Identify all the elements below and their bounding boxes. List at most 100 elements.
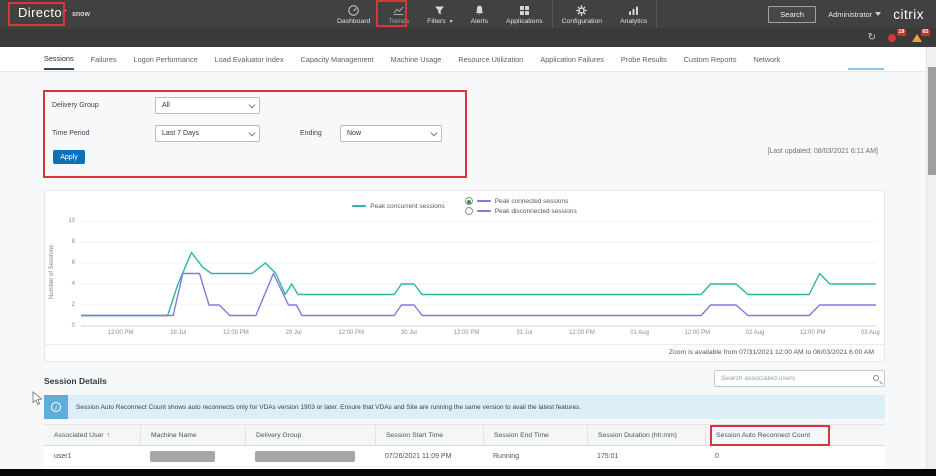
scrollbar-thumb[interactable] xyxy=(928,67,936,175)
director-logo[interactable]: Director xyxy=(18,5,67,20)
chevron-down-icon xyxy=(248,102,254,108)
cell-session-duration: 175:01 xyxy=(587,446,705,466)
tab-resource-utilization[interactable]: Resource Utilization xyxy=(458,49,523,69)
y-axis-label: Number of Sessions xyxy=(49,237,55,307)
y-tick-label: 4 xyxy=(59,281,75,287)
cell-machine-name xyxy=(140,446,245,466)
x-tick-label: 12:00 PM xyxy=(800,330,826,336)
legend-item[interactable]: Peak disconnected sessions xyxy=(465,207,577,215)
critical-dot-icon xyxy=(888,34,896,42)
nav-item-trends[interactable]: Trends xyxy=(379,0,418,28)
cell-session-start-time: 07/26/2021 11:09 PM xyxy=(375,446,483,466)
nav-item-dashboard[interactable]: Dashboard xyxy=(328,0,379,28)
ending-dropdown[interactable]: Now xyxy=(340,125,442,142)
filter-icon xyxy=(433,4,446,17)
column-header-session-start-time[interactable]: Session Start Time xyxy=(375,425,483,445)
sort-ascending-icon: ↑ xyxy=(107,432,111,439)
bell-icon xyxy=(473,4,486,17)
column-header-session-end-time[interactable]: Session End Time xyxy=(483,425,587,445)
delivery-group-dropdown[interactable]: All xyxy=(155,97,260,114)
nav-item-alerts[interactable]: Alerts xyxy=(462,0,497,28)
x-tick-label: 03 Aug xyxy=(861,330,880,336)
legend-radio-unselected[interactable] xyxy=(465,207,473,215)
ending-value: Now xyxy=(347,130,361,137)
sessions-line-chart[interactable] xyxy=(81,221,876,328)
nav-item-filters[interactable]: Filters ▾ xyxy=(418,0,461,28)
time-period-label: Time Period xyxy=(52,130,89,137)
citrix-logo: citrix xyxy=(893,7,924,22)
tab-load-evaluator-index[interactable]: Load Evaluator Index xyxy=(215,49,284,69)
info-banner: i Session Auto Reconnect Count shows aut… xyxy=(44,395,885,419)
nav-item-analytics[interactable]: Analytics xyxy=(611,0,656,28)
info-icon: i xyxy=(44,395,68,419)
column-header-machine-name[interactable]: Machine Name xyxy=(140,425,245,445)
y-tick-label: 0 xyxy=(59,323,75,329)
x-tick-label: 29 Jul xyxy=(286,330,302,336)
legend-item[interactable]: Peak connected sessions xyxy=(465,197,577,205)
tab-network[interactable]: Network xyxy=(753,49,780,69)
tab-probe-results[interactable]: Probe Results xyxy=(621,49,667,69)
legend-label: Peak concurrent sessions xyxy=(370,203,444,210)
content-area: Sessions Failures Logon Performance Load Ev… xyxy=(0,47,926,476)
legend-item[interactable]: Peak concurrent sessions xyxy=(352,197,444,215)
x-tick-label: 12:00 PM xyxy=(569,330,595,336)
tab-logon-performance[interactable]: Logon Performance xyxy=(134,49,198,69)
cell-associated-user: user1 xyxy=(44,446,140,466)
table-row[interactable]: user107/26/2021 11:09 PMRunning175:010 xyxy=(44,446,885,467)
y-tick-label: 2 xyxy=(59,302,75,308)
tab-application-failures[interactable]: Application Failures xyxy=(540,49,604,69)
table-header-row: Associated User↑Machine NameDelivery Gro… xyxy=(44,424,885,446)
bottom-black-strip xyxy=(0,469,936,476)
trends-icon xyxy=(392,4,405,17)
legend-label: Peak connected sessions xyxy=(495,198,569,205)
nav-item-label: Filters ▾ xyxy=(427,18,452,25)
nav-item-label: Dashboard xyxy=(337,18,370,25)
nav-divider xyxy=(656,0,657,28)
nav-item-label: Analytics xyxy=(620,18,647,25)
legend-label: Peak disconnected sessions xyxy=(495,208,577,215)
y-tick-label: 6 xyxy=(59,260,75,266)
search-associated-users-box[interactable] xyxy=(714,370,885,387)
warning-alerts-icon[interactable]: 65 xyxy=(912,32,924,44)
user-menu[interactable]: Administrator xyxy=(828,10,881,19)
tab-sessions[interactable]: Sessions xyxy=(44,48,74,70)
legend-radio-selected[interactable] xyxy=(465,197,473,205)
x-tick-label: 12:00 PM xyxy=(108,330,134,336)
magnifier-icon[interactable] xyxy=(873,375,879,381)
delivery-group-label: Delivery Group xyxy=(52,102,99,109)
legend-swatch xyxy=(477,200,491,202)
column-header-session-auto-reconnect-count[interactable]: Session Auto Reconnect Count xyxy=(705,425,885,445)
apply-button[interactable]: Apply xyxy=(53,150,85,164)
nav-item-label: Alerts xyxy=(471,18,488,25)
dashboard-icon xyxy=(347,4,360,17)
x-tick-label: 12:00 PM xyxy=(454,330,480,336)
search-associated-users-input[interactable] xyxy=(721,372,861,385)
column-header-associated-user[interactable]: Associated User↑ xyxy=(44,425,140,445)
vertical-scrollbar[interactable] xyxy=(926,47,936,469)
nav-item-applications[interactable]: Applications xyxy=(497,0,552,28)
tab-machine-usage[interactable]: Machine Usage xyxy=(391,49,442,69)
tab-failures[interactable]: Failures xyxy=(91,49,117,69)
time-period-dropdown[interactable]: Last 7 Days xyxy=(155,125,260,142)
search-button[interactable]: Search xyxy=(768,6,816,23)
column-header-delivery-group[interactable]: Delivery Group xyxy=(245,425,375,445)
x-tick-label: 12:00 PM xyxy=(338,330,364,336)
nav-item-configuration[interactable]: Configuration xyxy=(553,0,611,28)
y-tick-label: 8 xyxy=(59,239,75,245)
citrix-director-app: Director snow DashboardTrendsFilters ▾Al… xyxy=(0,0,936,476)
column-header-session-duration-hh-mm-[interactable]: Session Duration (hh:mm) xyxy=(587,425,705,445)
x-tick-label: 01 Aug xyxy=(630,330,649,336)
refresh-icon[interactable]: ↻ xyxy=(868,33,876,43)
session-details-title: Session Details xyxy=(44,376,107,386)
x-tick-label: 31 Jul xyxy=(516,330,532,336)
ending-label: Ending xyxy=(300,130,322,137)
tab-scroll-indicator[interactable] xyxy=(848,68,884,70)
nav-item-label: Applications xyxy=(506,18,543,25)
analytics-icon xyxy=(627,4,640,17)
tab-capacity-management[interactable]: Capacity Management xyxy=(301,49,374,69)
redacted-value-bar xyxy=(150,451,215,462)
chevron-down-icon xyxy=(248,130,254,136)
critical-alerts-icon[interactable]: 19 xyxy=(888,32,900,44)
chevron-down-icon: ▾ xyxy=(450,19,453,25)
tab-custom-reports[interactable]: Custom Reports xyxy=(684,49,737,69)
